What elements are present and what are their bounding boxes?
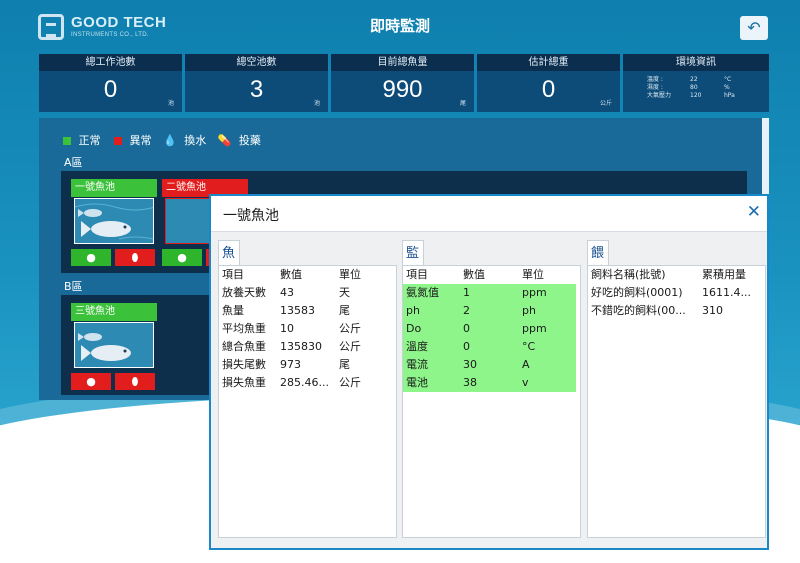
- legend-medicine: 投藥: [238, 134, 261, 147]
- water-change-button[interactable]: ●: [71, 249, 111, 266]
- pill-icon: 💊: [217, 134, 232, 147]
- table-row: 不錯吃的飼料(00... 310: [591, 304, 723, 317]
- legend-water: 換水: [184, 134, 207, 147]
- monitor-info-table: 項目 數值 單位 氨氮值 1 ppm ph 2 ph Do 0 ppm 溫度 0: [402, 265, 581, 538]
- area-label-a: A區: [64, 156, 83, 169]
- table-row: 電池 38 v: [403, 374, 576, 392]
- water-change-button[interactable]: ●: [71, 373, 111, 390]
- dialog-title: 一號魚池: [223, 208, 279, 224]
- pond-card[interactable]: 三號魚池 ● ⬮: [71, 303, 157, 391]
- water-drop-icon: ●: [86, 375, 96, 388]
- stat-unit: 池: [313, 100, 320, 107]
- stat-total-empty-ponds: 總空池數 3 池: [185, 54, 328, 112]
- stat-value: 0: [103, 76, 118, 103]
- table-row: 總合魚重 135830 公斤: [222, 340, 361, 353]
- dialog-header: 一號魚池 ✕: [211, 196, 767, 232]
- stat-total-fish: 目前總魚量 990 尾: [331, 54, 474, 112]
- table-header: 項目 數值 單位: [406, 268, 544, 281]
- stat-label: 目前總魚量: [331, 54, 474, 71]
- normal-swatch: [63, 137, 71, 145]
- stat-value: 3: [249, 76, 264, 103]
- pond-name: 三號魚池: [71, 303, 157, 321]
- stat-value: 990: [382, 76, 423, 103]
- water-drop-icon: 💧: [163, 134, 177, 147]
- table-row: 損失尾數 973 尾: [222, 358, 350, 371]
- table-row: 損失魚重 285.46... 公斤: [222, 376, 361, 389]
- top-bar: GOOD TECH INSTRUMENTS CO., LTD. 即時監測 ↶: [0, 0, 800, 52]
- close-icon[interactable]: ✕: [747, 202, 761, 222]
- stat-unit: 池: [167, 100, 174, 107]
- table-row: 放養天數 43 天: [222, 286, 350, 299]
- water-drop-icon: ●: [86, 251, 96, 264]
- stat-total-working-ponds: 總工作池數 0 池: [39, 54, 182, 112]
- pond-info-table: 項目 數值 單位 放養天數 43 天 魚量 13583 尾 平均魚重 10 公斤…: [218, 265, 397, 538]
- stat-label: 估計總重: [477, 54, 620, 71]
- medicine-button[interactable]: ⬮: [115, 373, 155, 390]
- stat-estimated-weight: 估計總重 0 公斤: [477, 54, 620, 112]
- table-row: 平均魚重 10 公斤: [222, 322, 361, 335]
- table-header: 項目 數值 單位: [222, 268, 361, 281]
- table-row: 好吃的飼料(0001) 1611.4...: [591, 286, 751, 299]
- water-change-button[interactable]: ●: [162, 249, 202, 266]
- back-button[interactable]: ↶: [740, 16, 768, 40]
- pond-name: 一號魚池: [71, 179, 157, 197]
- pill-icon: ⬮: [131, 251, 139, 264]
- abnormal-swatch: [114, 137, 122, 145]
- medicine-button[interactable]: ⬮: [115, 249, 155, 266]
- environment-label: 環境資訊: [623, 54, 769, 71]
- stat-label: 總工作池數: [39, 54, 182, 71]
- pond-actions: ● ⬮: [71, 373, 157, 391]
- table-row: 溫度 0 °C: [403, 338, 576, 356]
- area-label-b: B區: [64, 280, 83, 293]
- environment-readings: 溫度 :22 °C 濕度 :80% 大氣壓力 120 hPa: [647, 76, 735, 100]
- status-legend: 正常 異常 💧 換水 💊 投藥: [63, 132, 265, 148]
- table-header: 飼料名稱(批號) 累積用量: [591, 268, 746, 281]
- table-row: 魚量 13583 尾: [222, 304, 350, 317]
- water-drop-icon: ●: [177, 251, 187, 264]
- pond-card[interactable]: 一號魚池 ● ⬮: [71, 179, 157, 267]
- back-arrow-icon: ↶: [747, 18, 761, 37]
- legend-normal: 正常: [78, 134, 101, 147]
- environment-row: 濕度 :80%: [647, 84, 730, 91]
- pill-icon: ⬮: [131, 375, 139, 388]
- stats-bar: 總工作池數 0 池 總空池數 3 池 目前總魚量 990 尾 估計總重 0 公斤…: [39, 54, 769, 112]
- fish-image: [74, 322, 154, 368]
- table-row: 氨氮值 1 ppm: [403, 284, 576, 302]
- legend-abnormal: 異常: [129, 134, 152, 147]
- stat-label: 總空池數: [185, 54, 328, 71]
- table-row: Do 0 ppm: [403, 320, 576, 338]
- feed-info-table: 飼料名稱(批號) 累積用量 好吃的飼料(0001) 1611.4... 不錯吃的…: [587, 265, 766, 538]
- environment-info: 環境資訊 溫度 :22 °C 濕度 :80% 大氣壓力 120 hPa: [623, 54, 769, 112]
- environment-row: 溫度 :22 °C: [647, 76, 732, 83]
- stat-unit: 公斤: [599, 100, 612, 107]
- table-row: 電流 30 A: [403, 356, 576, 374]
- table-row: ph 2 ph: [403, 302, 576, 320]
- pond-detail-dialog: 一號魚池 ✕ 魚池資訊 項目 數值 單位 放養天數 43 天 魚量 13583 …: [209, 194, 769, 550]
- pond-actions: ● ⬮: [71, 249, 157, 267]
- stat-unit: 尾: [459, 100, 466, 107]
- fish-image: [74, 198, 154, 244]
- page-title: 即時監測: [369, 17, 430, 35]
- stat-value: 0: [541, 76, 556, 103]
- environment-row: 大氣壓力 120 hPa: [647, 92, 735, 99]
